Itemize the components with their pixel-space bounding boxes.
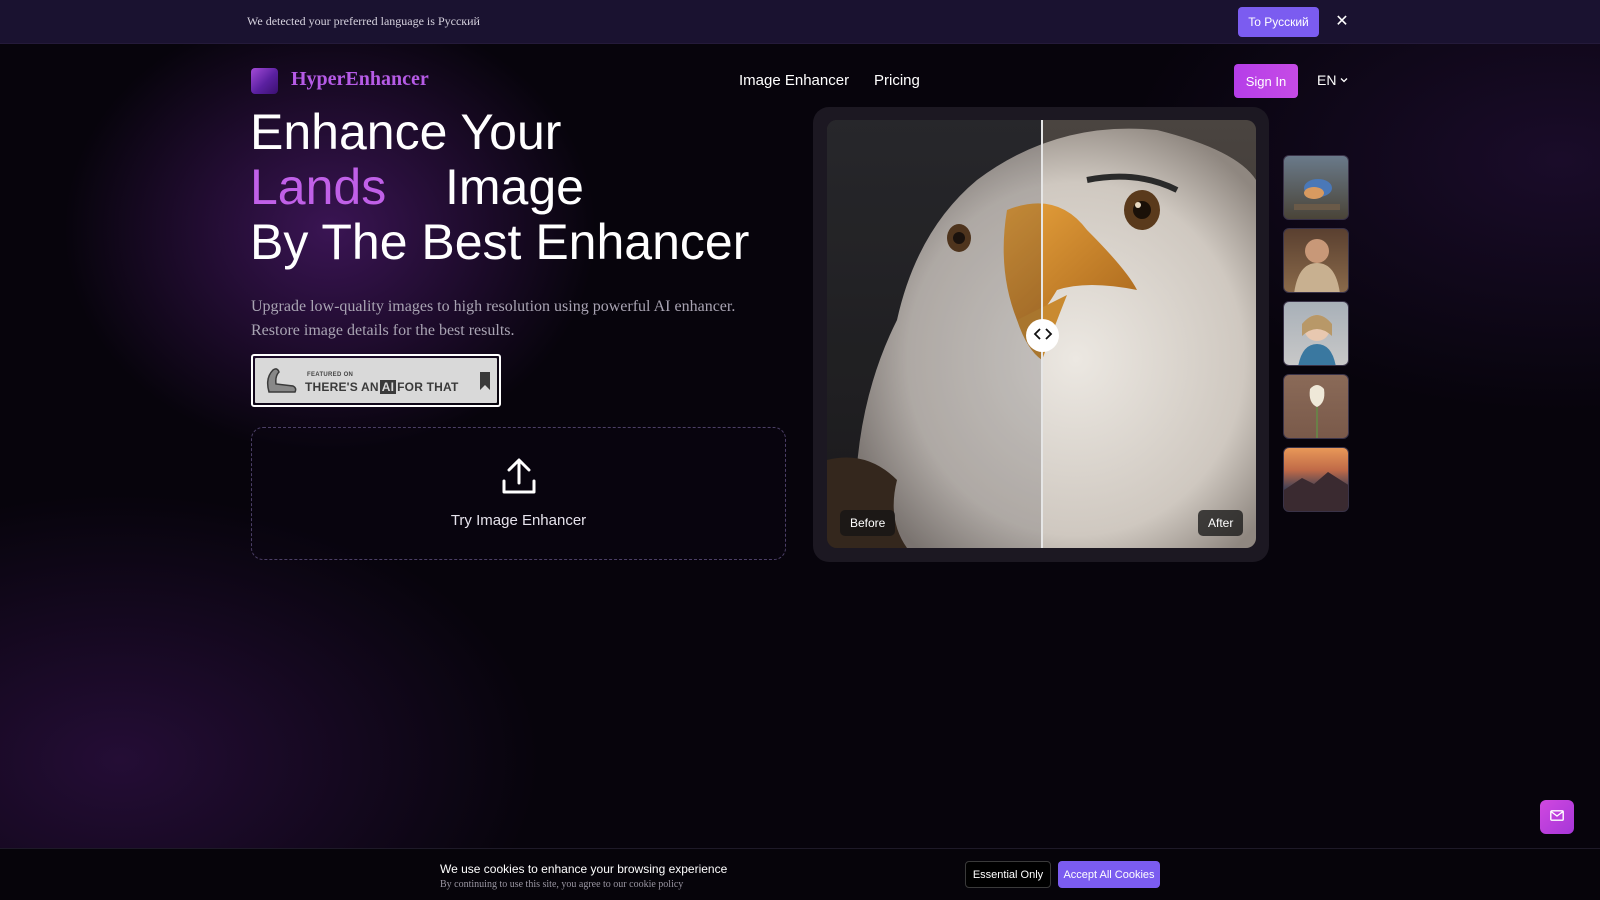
language-selector[interactable]: EN — [1317, 72, 1349, 88]
featured-on-name: THERE'S AN AI FOR THAT — [305, 380, 459, 394]
before-label: Before — [840, 510, 896, 536]
nav-link-pricing[interactable]: Pricing — [874, 72, 920, 89]
cookie-subtitle: By continuing to use this site, you agre… — [440, 879, 684, 890]
mail-icon — [1550, 808, 1564, 826]
featured-on-badge[interactable]: FEATURED ON THERE'S AN AI FOR THAT — [251, 354, 501, 407]
comparison-slider-handle[interactable] — [1026, 319, 1059, 352]
nav-link-image-enhancer[interactable]: Image Enhancer — [739, 72, 849, 89]
after-label: After — [1198, 510, 1244, 536]
language-banner: We detected your preferred language is Р… — [0, 0, 1600, 44]
thumbnail-fur-coat-portrait[interactable] — [1283, 228, 1349, 293]
sign-in-button[interactable]: Sign In — [1234, 64, 1298, 98]
contact-mail-button[interactable] — [1540, 800, 1574, 834]
upload-label: Try Image Enhancer — [450, 512, 587, 529]
robot-arm-icon — [263, 364, 299, 401]
essential-only-button[interactable]: Essential Only — [965, 861, 1051, 888]
thumbnail-tulip[interactable] — [1283, 374, 1349, 439]
featured-on-label: FEATURED ON — [307, 372, 354, 378]
chevron-down-icon — [1339, 72, 1349, 88]
hero-title-line2: Image — [445, 159, 584, 215]
hero-title-line1: Enhance Your — [250, 104, 562, 160]
brand-name[interactable]: HyperEnhancer — [291, 68, 429, 91]
switch-language-button[interactable]: To Русский — [1238, 7, 1319, 37]
accept-all-cookies-button[interactable]: Accept All Cookies — [1058, 861, 1160, 888]
thumbnail-mountain-sunset[interactable] — [1283, 447, 1349, 512]
cookie-bar: We use cookies to enhance your browsing … — [0, 848, 1600, 900]
language-code: EN — [1317, 72, 1337, 88]
hero-subtitle: Upgrade low-quality images to high resol… — [251, 298, 736, 339]
bookmark-icon — [480, 372, 490, 395]
chevron-left-icon — [1033, 327, 1043, 345]
thumbnail-bird[interactable] — [1283, 155, 1349, 220]
upload-dropzone[interactable]: Try Image Enhancer — [251, 427, 786, 560]
upload-icon — [501, 457, 537, 500]
thumbnail-woman-portrait[interactable] — [1283, 301, 1349, 366]
chevron-right-icon — [1043, 327, 1053, 345]
hero-title-accent-word: Lands — [250, 159, 387, 215]
close-icon[interactable]: ✕ — [1332, 12, 1352, 32]
language-banner-text: We detected your preferred language is Р… — [247, 14, 480, 28]
hero-title: Enhance Your Lands Image By The Best Enha… — [250, 105, 790, 270]
cookie-title: We use cookies to enhance your browsing … — [440, 862, 728, 876]
hero-title-line3: By The Best Enhancer — [250, 214, 750, 270]
logo-icon[interactable] — [251, 68, 278, 94]
